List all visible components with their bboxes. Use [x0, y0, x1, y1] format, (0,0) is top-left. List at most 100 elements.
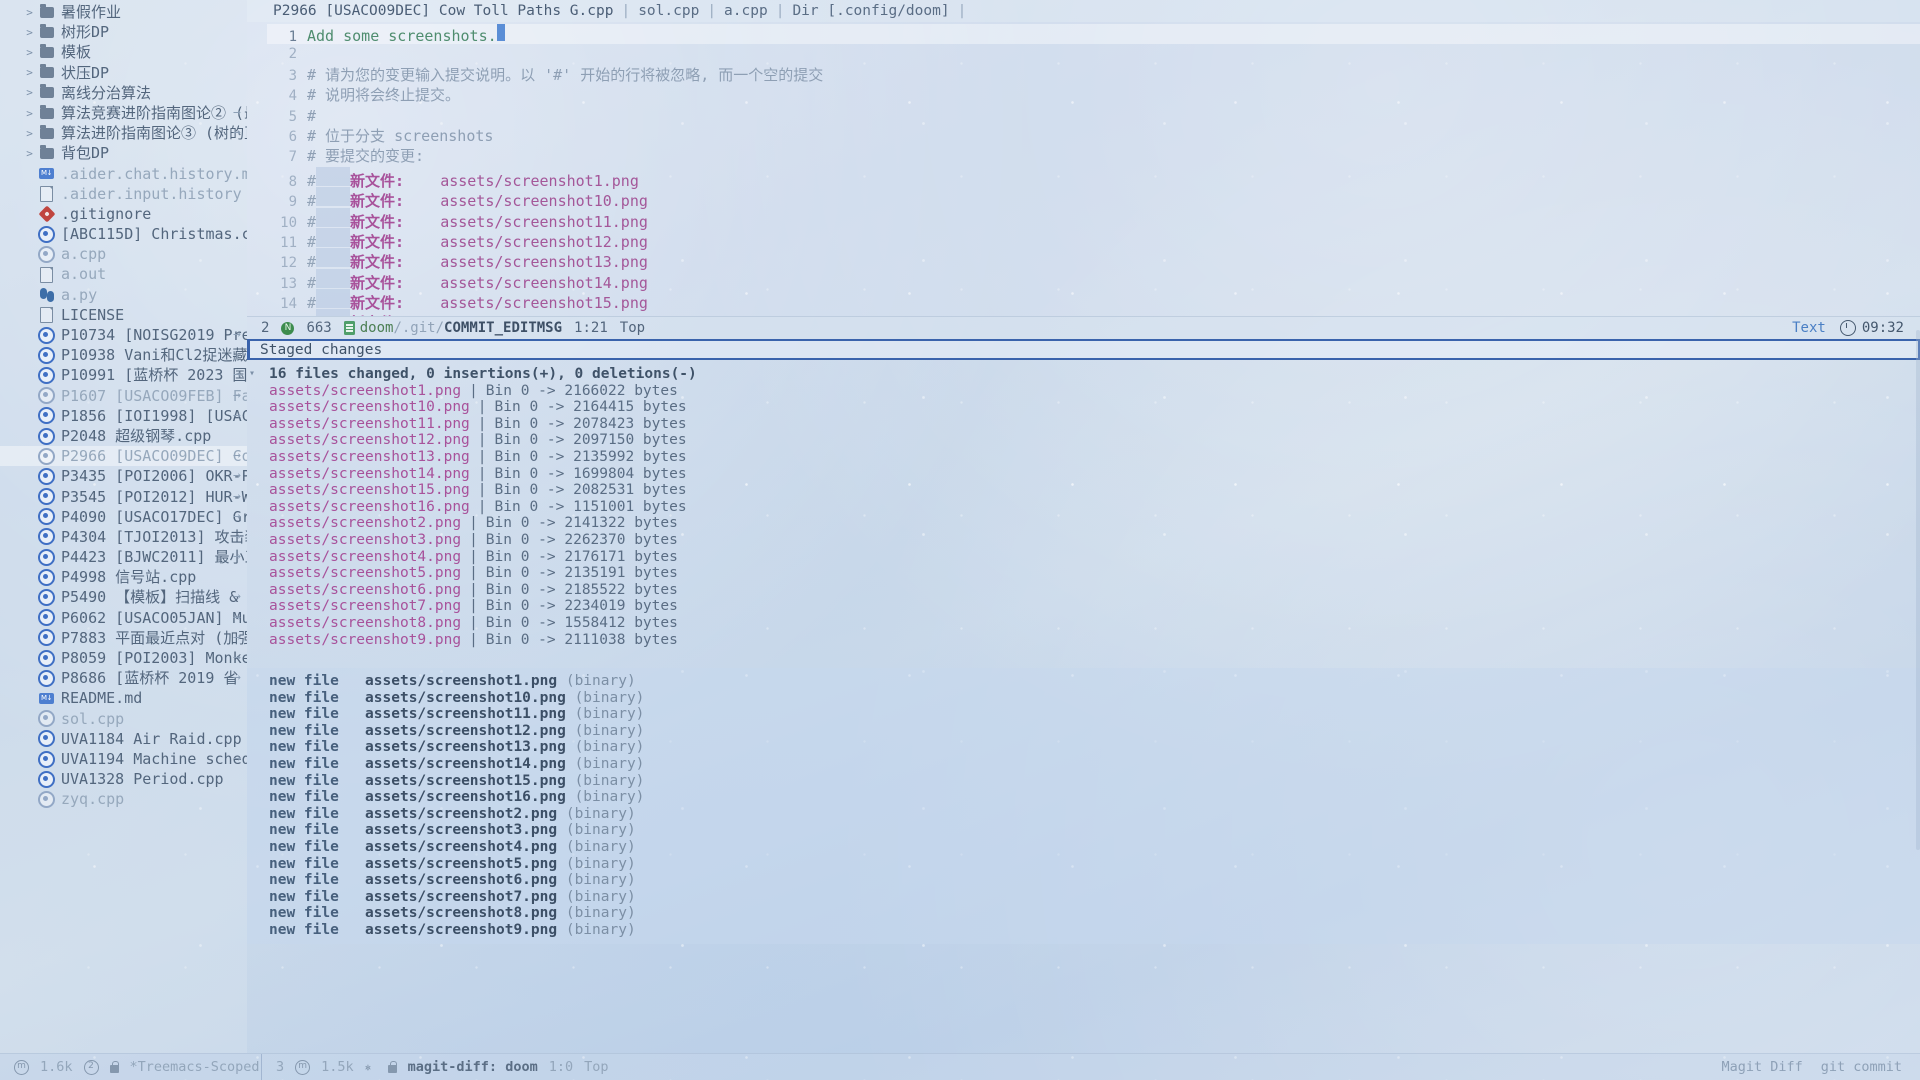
- sidebar-dir-item[interactable]: >离线分治算法: [0, 83, 247, 103]
- editor-line[interactable]: 7# 要提交的变更:: [267, 146, 1920, 166]
- sidebar-file-item[interactable]: >P8059 [POI2003] Monkeys.cp→: [0, 648, 247, 668]
- sidebar-dir-item[interactable]: >算法进阶指南图论③ (树的直径→: [0, 123, 247, 143]
- diff-stat-row[interactable]: assets/screenshot12.png|Bin 0 -> 2097150…: [261, 432, 1920, 449]
- diff-new-file-row[interactable]: new file assets/screenshot7.png (binary): [261, 889, 1920, 906]
- sidebar-file-item[interactable]: >LICENSE: [0, 305, 247, 325]
- sidebar-file-item[interactable]: >UVA1194 Machine schedule.c→: [0, 749, 247, 769]
- diff-stat-row[interactable]: assets/screenshot5.png|Bin 0 -> 2135191 …: [261, 565, 1920, 582]
- diff-new-file-row[interactable]: new file assets/screenshot9.png (binary): [261, 922, 1920, 939]
- diff-summary-row[interactable]: ▾16 files changed, 0 insertions(+), 0 de…: [261, 366, 1920, 383]
- editor-line[interactable]: 1Add some screenshots.: [267, 24, 1920, 44]
- commit-message-editor[interactable]: 1Add some screenshots.23# 请为您的变更输入提交说明。以…: [247, 22, 1920, 316]
- sidebar-file-item[interactable]: >P1607 [USACO09FEB] Fair Sh→: [0, 386, 247, 406]
- sidebar-file-item[interactable]: >P2048 超级钢琴.cpp: [0, 426, 247, 446]
- sidebar-dir-item[interactable]: >算法竞赛进阶指南图论② (最小→: [0, 103, 247, 123]
- sidebar-file-item[interactable]: >P1856 [IOI1998] [USACO5.5]→: [0, 406, 247, 426]
- sidebar-file-item[interactable]: >zyq.cpp: [0, 789, 247, 809]
- editor-line[interactable]: 5#: [267, 106, 1920, 126]
- editor-line[interactable]: 11#新文件: assets/screenshot12.png: [267, 228, 1920, 248]
- editor-line[interactable]: 3# 请为您的变更输入提交说明。以 '#' 开始的行将被忽略, 而一个空的提交: [267, 65, 1920, 85]
- sidebar-file-item[interactable]: >a.out: [0, 264, 247, 284]
- sidebar-file-item[interactable]: >P4304 [TJOI2013] 攻击装置.→: [0, 527, 247, 547]
- editor-line[interactable]: 9#新文件: assets/screenshot10.png: [267, 187, 1920, 207]
- tab-0[interactable]: P2966 [USACO09DEC] Cow Toll Paths G.cpp: [273, 3, 613, 19]
- sidebar-file-item[interactable]: >P4998 信号站.cpp: [0, 567, 247, 587]
- sidebar-file-item[interactable]: >M↓.aider.chat.history.md: [0, 164, 247, 184]
- diff-new-file-row[interactable]: new file assets/screenshot1.png (binary): [261, 673, 1920, 690]
- diff-new-file-row[interactable]: new file assets/screenshot10.png (binary…: [261, 690, 1920, 707]
- vertical-scrollbar[interactable]: [1916, 330, 1920, 850]
- sidebar-file-item[interactable]: >P10938 Vani和Cl2捉迷藏.cpp: [0, 345, 247, 365]
- sidebar-file-item[interactable]: >P6062 [USACO05JAN] Muddy F→: [0, 608, 247, 628]
- diff-stat-row[interactable]: assets/screenshot10.png|Bin 0 -> 2164415…: [261, 399, 1920, 416]
- sidebar-dir-item[interactable]: >背包DP: [0, 143, 247, 163]
- diff-stat-row[interactable]: assets/screenshot8.png|Bin 0 -> 1558412 …: [261, 615, 1920, 632]
- sidebar-file-item[interactable]: >P4090 [USACO17DEC] Greedy→: [0, 507, 247, 527]
- diff-new-file-row[interactable]: new file assets/screenshot16.png (binary…: [261, 789, 1920, 806]
- diff-new-file-row[interactable]: new file assets/screenshot8.png (binary): [261, 905, 1920, 922]
- diff-stat-row[interactable]: assets/screenshot6.png|Bin 0 -> 2185522 …: [261, 582, 1920, 599]
- sidebar-file-item[interactable]: >P3545 [POI2012] HUR-Wareho→: [0, 487, 247, 507]
- sidebar-dir-item[interactable]: >模板: [0, 42, 247, 62]
- sidebar-file-item[interactable]: >P4423 [BJWC2011] 最小三角形→: [0, 547, 247, 567]
- tab-bar[interactable]: P2966 [USACO09DEC] Cow Toll Paths G.cpp|…: [247, 0, 1920, 22]
- chevron-right-icon[interactable]: >: [22, 27, 37, 38]
- sidebar-file-item[interactable]: >[ABC115D] Christmas.cpp: [0, 224, 247, 244]
- sidebar-file-item[interactable]: >a.cpp: [0, 244, 247, 264]
- tab-3[interactable]: Dir [.config/doom]: [792, 3, 949, 19]
- sidebar-dir-item[interactable]: >状压DP: [0, 63, 247, 83]
- sidebar-file-item[interactable]: >sol.cpp: [0, 709, 247, 729]
- sidebar-dir-item[interactable]: >暑假作业: [0, 2, 247, 22]
- diff-stat-row[interactable]: assets/screenshot4.png|Bin 0 -> 2176171 …: [261, 549, 1920, 566]
- diff-new-file-row[interactable]: new file assets/screenshot5.png (binary): [261, 856, 1920, 873]
- sidebar-file-item[interactable]: >.gitignore: [0, 204, 247, 224]
- sidebar-file-item[interactable]: >P3435 [POI2006] OKR-Period→: [0, 466, 247, 486]
- diff-new-file-row[interactable]: new file assets/screenshot11.png (binary…: [261, 706, 1920, 723]
- sidebar-file-item[interactable]: >P5490 【模板】扫描线 & 矩形→: [0, 587, 247, 607]
- editor-line[interactable]: 14#新文件: assets/screenshot15.png: [267, 289, 1920, 309]
- diff-new-file-row[interactable]: new file assets/screenshot14.png (binary…: [261, 756, 1920, 773]
- sidebar-file-item[interactable]: >UVA1184 Air Raid.cpp: [0, 729, 247, 749]
- diff-stat-row[interactable]: assets/screenshot2.png|Bin 0 -> 2141322 …: [261, 515, 1920, 532]
- chevron-right-icon[interactable]: >: [22, 47, 37, 58]
- sidebar-file-item[interactable]: >UVA1328 Period.cpp: [0, 769, 247, 789]
- diff-new-file-row[interactable]: new file assets/screenshot12.png (binary…: [261, 723, 1920, 740]
- tab-1[interactable]: sol.cpp: [638, 3, 699, 19]
- diff-new-file-row[interactable]: new file assets/screenshot2.png (binary): [261, 806, 1920, 823]
- diff-new-file-row[interactable]: new file assets/screenshot13.png (binary…: [261, 739, 1920, 756]
- editor-line[interactable]: 6# 位于分支 screenshots: [267, 126, 1920, 146]
- diff-new-file-row[interactable]: new file assets/screenshot3.png (binary): [261, 822, 1920, 839]
- diff-new-file-row[interactable]: new file assets/screenshot15.png (binary…: [261, 773, 1920, 790]
- editor-line[interactable]: 4# 说明将会终止提交。: [267, 85, 1920, 105]
- chevron-right-icon[interactable]: >: [22, 108, 37, 119]
- chevron-right-icon[interactable]: >: [22, 67, 37, 78]
- diff-stat-row[interactable]: assets/screenshot3.png|Bin 0 -> 2262370 …: [261, 532, 1920, 549]
- diff-stat-row[interactable]: assets/screenshot7.png|Bin 0 -> 2234019 …: [261, 598, 1920, 615]
- diff-stat-row[interactable]: assets/screenshot11.png|Bin 0 -> 2078423…: [261, 416, 1920, 433]
- sidebar-file-item[interactable]: >P2966 [USACO09DEC] Cow Tol→: [0, 446, 247, 466]
- diff-new-file-row[interactable]: new file assets/screenshot6.png (binary): [261, 872, 1920, 889]
- sidebar-dir-item[interactable]: >树形DP: [0, 22, 247, 42]
- diff-stat-row[interactable]: assets/screenshot16.png|Bin 0 -> 1151001…: [261, 499, 1920, 516]
- editor-line[interactable]: 13#新文件: assets/screenshot14.png: [267, 269, 1920, 289]
- chevron-right-icon[interactable]: >: [22, 128, 37, 139]
- diff-stat-row[interactable]: assets/screenshot9.png|Bin 0 -> 2111038 …: [261, 632, 1920, 649]
- diff-stat-row[interactable]: assets/screenshot13.png|Bin 0 -> 2135992…: [261, 449, 1920, 466]
- diff-stat-row[interactable]: assets/screenshot1.png|Bin 0 -> 2166022 …: [261, 383, 1920, 400]
- sidebar-file-item[interactable]: >M↓README.md: [0, 688, 247, 708]
- editor-line[interactable]: 12#新文件: assets/screenshot13.png: [267, 248, 1920, 268]
- editor-line[interactable]: 8#新文件: assets/screenshot1.png: [267, 167, 1920, 187]
- tab-2[interactable]: a.cpp: [724, 3, 768, 19]
- sidebar-file-item[interactable]: >P10734 [NOISG2019 Prelim]→: [0, 325, 247, 345]
- sidebar-file-item[interactable]: >.aider.input.history: [0, 184, 247, 204]
- magit-diff-buffer[interactable]: ▾16 files changed, 0 insertions(+), 0 de…: [247, 360, 1920, 1053]
- sidebar-file-item[interactable]: >P8686 [蓝桥杯 2019 省 A] 每→: [0, 668, 247, 688]
- treemacs-sidebar[interactable]: >暑假作业>树形DP>模板>状压DP>离线分治算法>算法竞赛进阶指南图论② (最…: [0, 0, 247, 1053]
- sidebar-file-item[interactable]: >a.py: [0, 285, 247, 305]
- diff-new-file-row[interactable]: new file assets/screenshot4.png (binary): [261, 839, 1920, 856]
- sidebar-file-item[interactable]: >P10991 [蓝桥杯 2023 国 Pyt→: [0, 365, 247, 385]
- editor-line[interactable]: 2: [267, 44, 1920, 64]
- diff-stat-row[interactable]: assets/screenshot15.png|Bin 0 -> 2082531…: [261, 482, 1920, 499]
- chevron-right-icon[interactable]: >: [22, 148, 37, 159]
- editor-line[interactable]: 10#新文件: assets/screenshot11.png: [267, 208, 1920, 228]
